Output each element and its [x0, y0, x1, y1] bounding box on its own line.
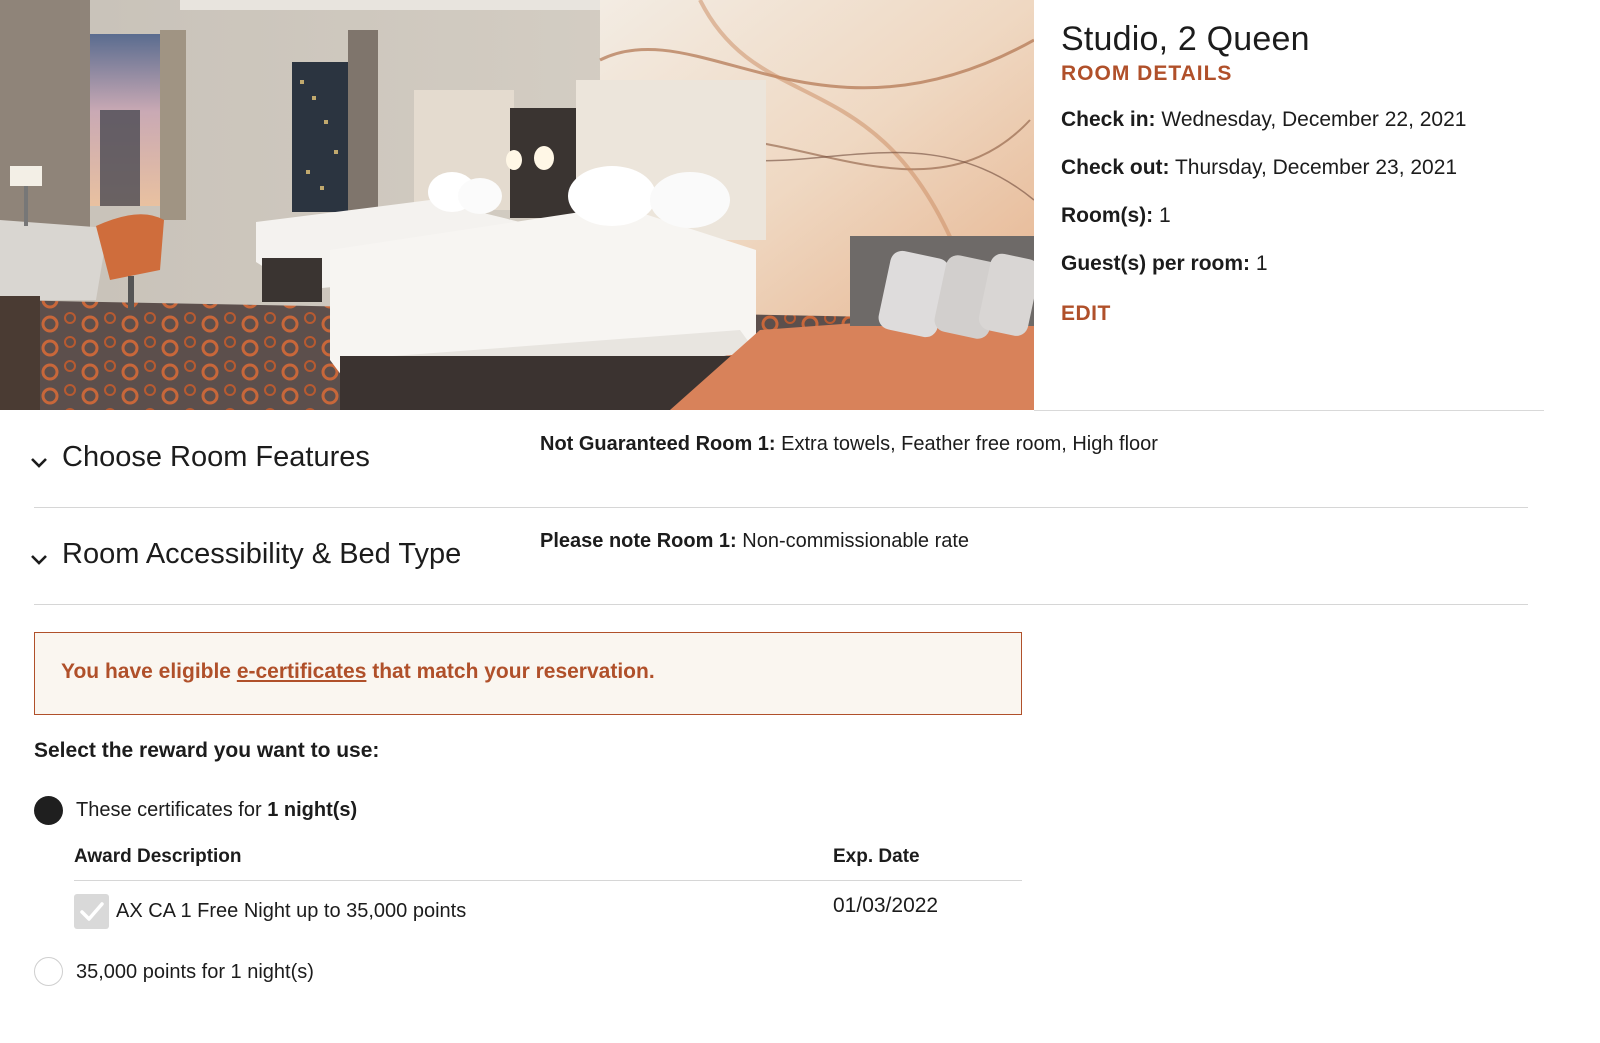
- check-in-row: Check in: Wednesday, December 22, 2021: [1061, 106, 1466, 134]
- edit-link[interactable]: EDIT: [1061, 302, 1111, 326]
- accessibility-note: Please note Room 1: Non-commissionable r…: [540, 530, 969, 553]
- banner-text: You have eligible e-certificates that ma…: [61, 660, 655, 684]
- award-exp-date: 01/03/2022: [833, 894, 939, 917]
- radio-certificates[interactable]: [34, 796, 63, 825]
- room-photo: [0, 0, 1034, 410]
- room-details-panel: Studio, 2 Queen ROOM DETAILS Check in: W…: [1061, 18, 1581, 325]
- guests-label: Guest(s) per room:: [1061, 252, 1251, 275]
- award-description: AX CA 1 Free Night up to 35,000 points: [116, 900, 467, 922]
- check-out-value: Thursday, December 23, 2021: [1174, 156, 1458, 179]
- radio-points[interactable]: [34, 957, 63, 986]
- checkmark-icon: [80, 902, 104, 921]
- e-certificate-banner: You have eligible e-certificates that ma…: [34, 632, 1022, 715]
- award-description-header: Award Description: [74, 846, 242, 867]
- room-details-label: ROOM DETAILS: [1061, 62, 1233, 85]
- chevron-down-icon[interactable]: [28, 548, 50, 570]
- guests-value: 1: [1255, 252, 1268, 275]
- chevron-down-icon[interactable]: [28, 451, 50, 473]
- check-in-value: Wednesday, December 22, 2021: [1161, 108, 1467, 131]
- radio-points-label[interactable]: 35,000 points for 1 night(s): [76, 961, 314, 984]
- exp-date-header: Exp. Date: [833, 846, 920, 867]
- rooms-row: Room(s): 1: [1061, 202, 1171, 230]
- banner-text-before: You have eligible: [61, 660, 237, 683]
- note-label: Please note Room 1:: [540, 530, 737, 552]
- banner-text-after: that match your reservation.: [366, 660, 655, 683]
- e-certificates-link[interactable]: e-certificates: [237, 660, 367, 683]
- guests-row: Guest(s) per room: 1: [1061, 250, 1268, 278]
- note-label: Not Guaranteed Room 1:: [540, 433, 776, 455]
- check-out-label: Check out:: [1061, 156, 1170, 179]
- option1-nights: 1 night(s): [267, 799, 358, 821]
- rooms-label: Room(s):: [1061, 204, 1154, 227]
- accordion-room-features[interactable]: Choose Room Features Not Guaranteed Room…: [31, 411, 1528, 508]
- check-in-label: Check in:: [1061, 108, 1156, 131]
- note-value: Non-commissionable rate: [742, 530, 970, 552]
- note-value: Extra towels, Feather free room, High fl…: [781, 433, 1158, 455]
- radio-certificates-label[interactable]: These certificates for 1 night(s): [76, 799, 357, 822]
- accordion-title[interactable]: Room Accessibility & Bed Type: [62, 538, 461, 571]
- room-title: Studio, 2 Queen: [1061, 20, 1310, 58]
- check-out-row: Check out: Thursday, December 23, 2021: [1061, 154, 1457, 182]
- accordion-accessibility-bed-type[interactable]: Room Accessibility & Bed Type Please not…: [31, 508, 1528, 605]
- room-features-note: Not Guaranteed Room 1: Extra towels, Fea…: [540, 433, 1158, 456]
- award-checkbox[interactable]: [74, 894, 109, 929]
- reward-prompt: Select the reward you want to use:: [34, 739, 380, 762]
- option1-prefix: These certificates for: [76, 799, 268, 821]
- table-divider: [74, 880, 1022, 881]
- accordion-title[interactable]: Choose Room Features: [62, 441, 370, 474]
- rooms-value: 1: [1159, 204, 1171, 227]
